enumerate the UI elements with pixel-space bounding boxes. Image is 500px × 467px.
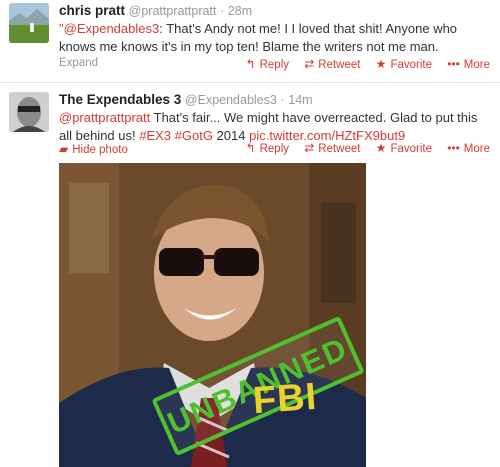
separator-dot: ·: [220, 4, 225, 18]
user-name[interactable]: The Expendables 3: [59, 92, 181, 107]
retweet-icon: ⇄: [304, 141, 315, 155]
favorite-button[interactable]: ★ Favorite: [376, 141, 432, 155]
media-icon: ▰: [59, 142, 69, 156]
favorite-label: Favorite: [390, 59, 432, 71]
favorite-icon: ★: [375, 57, 387, 71]
hashtag-gotg[interactable]: #GotG: [175, 128, 213, 143]
expand-link[interactable]: Expand: [59, 57, 98, 69]
mention-link[interactable]: @prattprattpratt: [59, 110, 150, 125]
fbi-jacket-text: FBI: [251, 375, 319, 423]
avatar[interactable]: [9, 3, 49, 43]
tweet-chris-pratt: chris pratt @prattprattpratt · 28m "@Exp…: [0, 0, 500, 83]
retweet-label: Retweet: [318, 143, 361, 155]
tweet-actions: ↰ Reply ⇄ Retweet ★ Favorite ••• More: [234, 57, 490, 71]
avatar[interactable]: [9, 92, 49, 132]
timestamp[interactable]: 28m: [228, 4, 252, 18]
more-icon: •••: [447, 141, 460, 155]
timestamp[interactable]: 14m: [288, 93, 312, 107]
avatar-portrait-image: [9, 92, 49, 132]
mention-link[interactable]: @Expendables3: [64, 21, 160, 36]
user-handle[interactable]: @Expendables3: [185, 93, 277, 107]
tweet-actions: ↰ Reply ⇄ Retweet ★ Favorite ••• More: [234, 141, 490, 155]
tweet-expendables3: The Expendables 3 @Expendables3 · 14m @p…: [0, 84, 500, 467]
reply-label: Reply: [259, 143, 290, 155]
tweet-text: "@Expendables3: That's Andy not me! I I …: [59, 20, 494, 56]
retweet-label: Retweet: [318, 59, 361, 71]
favorite-button[interactable]: ★ Favorite: [376, 57, 432, 71]
reply-icon: ↰: [245, 57, 256, 71]
user-name[interactable]: chris pratt: [59, 3, 125, 18]
retweet-button[interactable]: ⇄ Retweet: [304, 57, 360, 71]
more-label: More: [463, 59, 490, 71]
more-icon: •••: [447, 57, 460, 71]
avatar-landscape-image: [9, 3, 49, 43]
retweet-icon: ⇄: [304, 57, 315, 71]
tweet-header: chris pratt @prattprattpratt · 28m: [59, 3, 252, 18]
tweet-photo[interactable]: UNBANNED FBI: [59, 163, 366, 467]
tweet-text: @prattprattpratt That's fair... We might…: [59, 109, 494, 145]
reply-button[interactable]: ↰ Reply: [246, 57, 289, 71]
hide-photo-button[interactable]: ▰ Hide photo: [59, 142, 128, 156]
reply-label: Reply: [259, 59, 290, 71]
favorite-label: Favorite: [390, 143, 432, 155]
reply-button[interactable]: ↰ Reply: [246, 141, 289, 155]
more-label: More: [463, 143, 490, 155]
more-button[interactable]: ••• More: [447, 141, 490, 155]
tweet-header: The Expendables 3 @Expendables3 · 14m: [59, 92, 313, 107]
hashtag-ex3[interactable]: #EX3: [139, 128, 171, 143]
user-handle[interactable]: @prattprattpratt: [129, 4, 217, 18]
more-button[interactable]: ••• More: [447, 57, 490, 71]
favorite-icon: ★: [375, 141, 387, 155]
hide-photo-label: Hide photo: [72, 144, 128, 156]
reply-icon: ↰: [245, 141, 256, 155]
retweet-button[interactable]: ⇄ Retweet: [304, 141, 360, 155]
separator-dot: ·: [280, 93, 285, 107]
